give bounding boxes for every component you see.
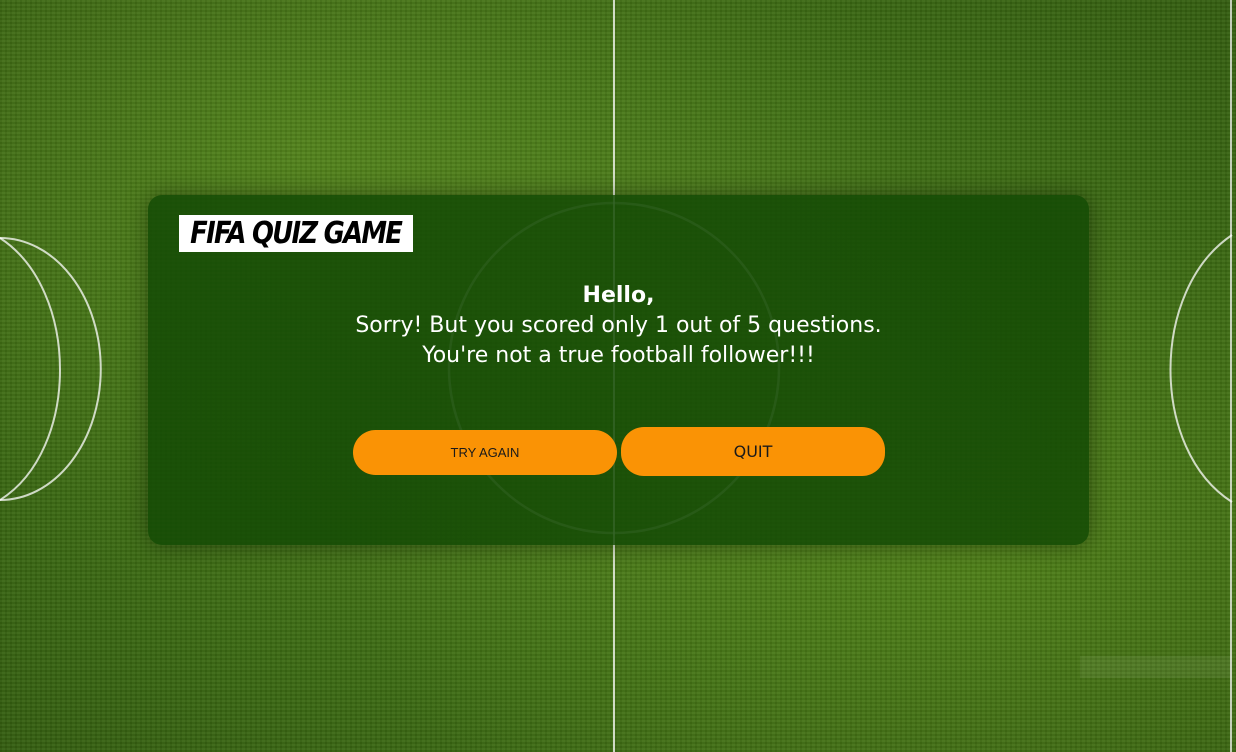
fifa-quiz-logo: FIFA QUIZ GAME xyxy=(179,215,413,252)
quit-button[interactable]: QUIT xyxy=(621,427,885,476)
greeting-text: Hello, xyxy=(582,283,655,308)
result-dialog: FIFA QUIZ GAME Hello, Sorry! But you sco… xyxy=(148,195,1089,545)
result-message: Hello, Sorry! But you scored only 1 out … xyxy=(148,281,1089,371)
left-penalty-arc-outer xyxy=(0,237,61,501)
verdict-text: You're not a true football follower!!! xyxy=(422,343,815,368)
score-text: Sorry! But you scored only 1 out of 5 qu… xyxy=(355,313,882,338)
try-again-button[interactable]: TRY AGAIN xyxy=(353,430,617,475)
logo-text: FIFA QUIZ GAME xyxy=(190,216,404,251)
left-penalty-arc xyxy=(0,237,102,501)
right-penalty-arc xyxy=(1169,234,1233,503)
faint-overlay-box xyxy=(1080,656,1232,678)
